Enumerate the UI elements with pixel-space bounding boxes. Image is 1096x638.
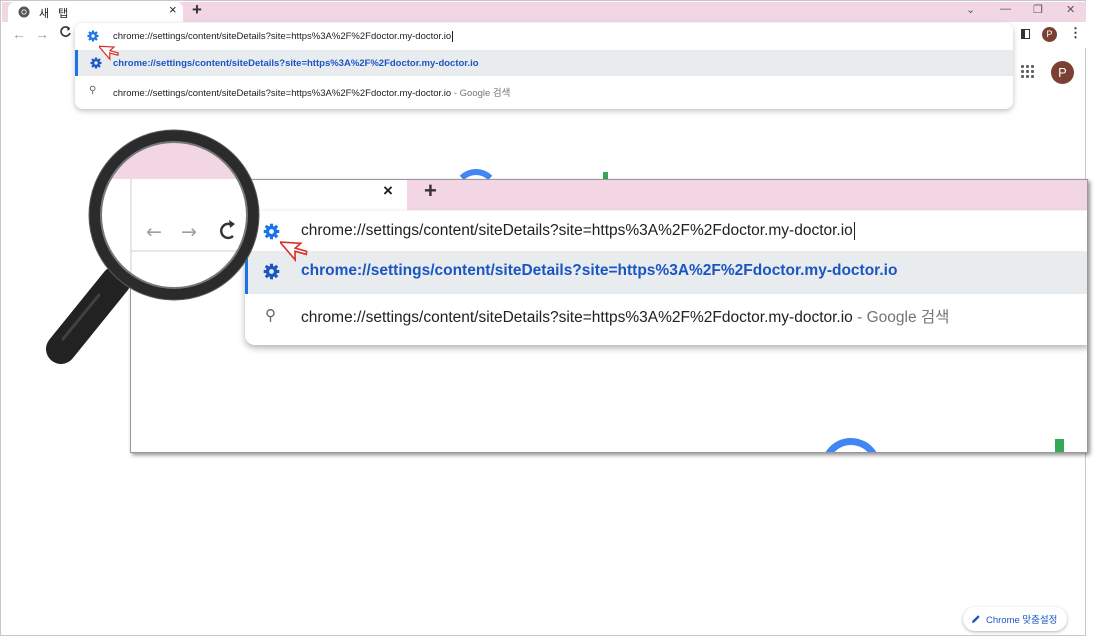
browser-window: 새 탭 × + ⌄ — ❐ ✕ ← → P ⋮ chrome://setting… bbox=[0, 0, 1088, 636]
zoom-omnibox-input[interactable]: chrome://settings/content/siteDetails?si… bbox=[301, 222, 855, 240]
zoom-suggestion-search-line: chrome://settings/content/siteDetails?si… bbox=[301, 305, 949, 327]
chrome-icon bbox=[18, 6, 30, 18]
zoom-omnibox-dropdown: chrome://settings/content/siteDetails?si… bbox=[245, 211, 1087, 345]
zoom-tab-close-button[interactable]: × bbox=[383, 181, 393, 201]
zoom-back-button[interactable]: ← bbox=[146, 218, 165, 240]
settings-gear-icon bbox=[263, 263, 280, 280]
zoom-tab[interactable]: 새 탭 × bbox=[131, 180, 407, 210]
search-icon: ⚲ bbox=[89, 85, 97, 96]
pencil-icon bbox=[972, 615, 980, 623]
zoom-suggestion-selected[interactable]: chrome://settings/content/siteDetails?si… bbox=[245, 251, 1087, 294]
omnibox-input-row[interactable]: chrome://settings/content/siteDetails?si… bbox=[75, 23, 1013, 49]
omnibox-suggestion-selected[interactable]: chrome://settings/content/siteDetails?si… bbox=[75, 50, 1013, 76]
settings-gear-icon bbox=[263, 223, 280, 240]
zoom-new-tab-button[interactable]: + bbox=[424, 180, 437, 204]
suggestion-suffix: - Google 검색 bbox=[852, 309, 950, 326]
zoom-tab-title: 새 탭 bbox=[181, 189, 227, 206]
pointer-cursor-icon bbox=[280, 241, 308, 263]
zoom-suggestion-search[interactable]: ⚲ chrome://settings/content/siteDetails?… bbox=[245, 294, 1087, 336]
close-window-button[interactable]: ✕ bbox=[1066, 3, 1075, 16]
restore-button[interactable]: ❐ bbox=[1033, 3, 1043, 16]
zoom-tab-strip: 새 탭 × + bbox=[131, 180, 1087, 210]
tab-new-tab[interactable]: 새 탭 × bbox=[8, 2, 183, 22]
profile-avatar[interactable]: P bbox=[1042, 27, 1057, 42]
apps-grid-icon[interactable] bbox=[1021, 65, 1034, 78]
reload-button[interactable] bbox=[59, 25, 72, 38]
zoom-forward-button[interactable]: → bbox=[181, 218, 200, 240]
suggestion-text: chrome://settings/content/siteDetails?si… bbox=[301, 309, 853, 326]
suggestion-search-line: chrome://settings/content/siteDetails?si… bbox=[113, 85, 510, 99]
menu-button[interactable]: ⋮ bbox=[1069, 25, 1082, 41]
search-icon: ⚲ bbox=[265, 307, 276, 324]
side-panel-icon[interactable] bbox=[1021, 29, 1030, 39]
customize-chrome-label: Chrome 맞춤설정 bbox=[986, 615, 1058, 626]
profile-avatar-large[interactable]: P bbox=[1051, 61, 1074, 84]
tab-close-button[interactable]: × bbox=[169, 2, 177, 17]
omnibox-input[interactable]: chrome://settings/content/siteDetails?si… bbox=[113, 31, 454, 42]
omnibox-suggestion-search[interactable]: ⚲ chrome://settings/content/siteDetails?… bbox=[75, 77, 1013, 103]
tab-search-button[interactable]: ⌄ bbox=[966, 3, 975, 16]
settings-gear-icon bbox=[87, 30, 99, 42]
google-logo-fragment bbox=[812, 429, 890, 452]
zoomed-inset: 새 탭 × + ← → chrome://settings/content/si… bbox=[130, 179, 1088, 453]
suggestion-text: chrome://settings/content/siteDetails?si… bbox=[113, 88, 452, 99]
forward-button[interactable]: → bbox=[35, 26, 49, 42]
suggestion-text: chrome://settings/content/siteDetails?si… bbox=[113, 58, 479, 69]
omnibox-dropdown: chrome://settings/content/siteDetails?si… bbox=[75, 23, 1013, 109]
pointer-cursor-icon bbox=[99, 45, 119, 61]
back-button[interactable]: ← bbox=[12, 26, 26, 42]
new-tab-button[interactable]: + bbox=[192, 0, 202, 20]
chrome-icon bbox=[153, 185, 170, 202]
customize-chrome-button[interactable]: Chrome 맞춤설정 bbox=[963, 607, 1068, 631]
tab-title: 새 탭 bbox=[39, 8, 72, 20]
google-logo-fragment bbox=[1055, 439, 1064, 452]
suggestion-suffix: - Google 검색 bbox=[451, 88, 511, 99]
suggestion-text: chrome://settings/content/siteDetails?si… bbox=[301, 262, 898, 279]
zoom-omnibox-input-row[interactable]: chrome://settings/content/siteDetails?si… bbox=[245, 211, 1087, 253]
tab-strip: 새 탭 × + ⌄ — ❐ ✕ bbox=[2, 0, 1086, 22]
minimize-button[interactable]: — bbox=[1000, 3, 1011, 15]
zoom-reload-button[interactable] bbox=[217, 218, 235, 236]
